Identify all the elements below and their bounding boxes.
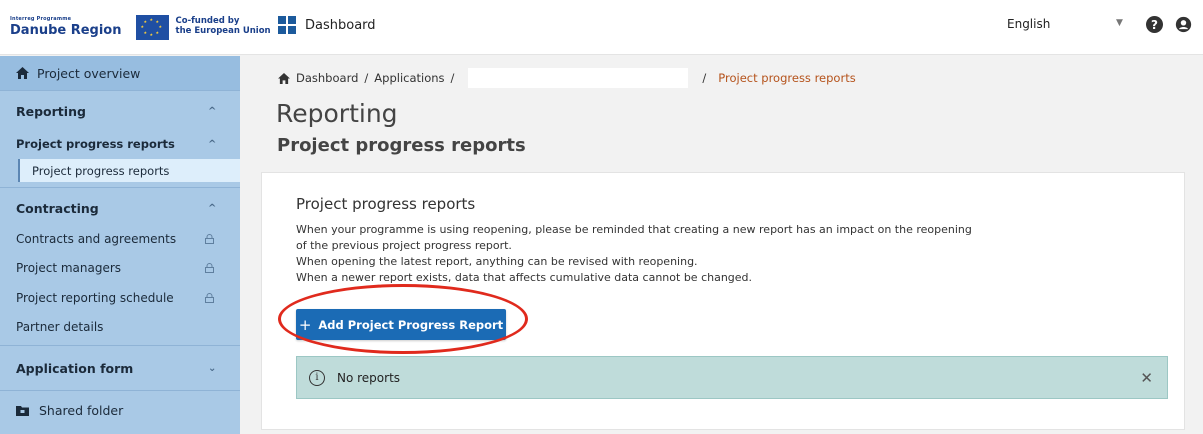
sidebar-section-label: Reporting xyxy=(16,103,86,119)
sidebar-item-label: Project overview xyxy=(37,65,141,81)
sidebar-item-project-overview[interactable]: Project overview xyxy=(0,56,240,91)
alert-text: No reports xyxy=(337,370,401,385)
info-text: When your programme is using reopening, … xyxy=(296,222,972,286)
sidebar-item-project-managers[interactable]: Project managers xyxy=(0,257,240,279)
info-line: When a newer report exists, data that af… xyxy=(296,271,753,284)
sidebar-item-contracts[interactable]: Contracts and agreements xyxy=(0,228,240,250)
sidebar-subsection-label: Project progress reports xyxy=(16,137,175,151)
breadcrumb-dashboard[interactable]: Dashboard xyxy=(296,71,358,85)
add-button-label: Add Project Progress Report xyxy=(318,317,504,332)
sidebar-section-label: Contracting xyxy=(16,200,99,216)
breadcrumb: Dashboard / Applications / / Project pro… xyxy=(278,68,856,88)
chevron-up-icon: ^ xyxy=(208,138,217,150)
sidebar-subsection-progress-reports[interactable]: Project progress reports ^ xyxy=(0,132,240,156)
sidebar-section-contracting[interactable]: Contracting ^ xyxy=(0,195,240,221)
sidebar-item-label: Project managers xyxy=(16,261,122,275)
sidebar-section-label: Application form xyxy=(16,360,134,376)
language-select[interactable]: English xyxy=(1007,17,1050,31)
dashboard-label: Dashboard xyxy=(305,17,376,33)
sidebar-item-progress-reports[interactable]: Project progress reports xyxy=(18,159,240,182)
page-subtitle: Project progress reports xyxy=(277,135,526,156)
sidebar-item-label: Partner details xyxy=(16,320,104,334)
sidebar-divider xyxy=(0,187,240,188)
reports-card: Project progress reports When your progr… xyxy=(261,172,1185,430)
breadcrumb-current: Project progress reports xyxy=(718,71,856,85)
close-icon[interactable]: ✕ xyxy=(1140,369,1153,387)
lock-icon xyxy=(205,234,214,244)
plus-icon: + xyxy=(298,315,312,334)
card-title: Project progress reports xyxy=(296,195,476,213)
sidebar-section-reporting[interactable]: Reporting ^ xyxy=(0,98,240,124)
logo-name-text: Danube Region xyxy=(10,23,122,38)
sidebar-item-label: Shared folder xyxy=(39,402,124,418)
sidebar-divider xyxy=(0,390,240,391)
breadcrumb-redacted-project[interactable] xyxy=(468,68,689,88)
top-header: Interreg Programme Danube Region ★ ★ ★ ★ ★ ★… xyxy=(0,0,1203,55)
folder-icon xyxy=(16,405,29,416)
sidebar-item-shared-folder[interactable]: Shared folder xyxy=(0,397,240,423)
help-icon[interactable]: ? xyxy=(1146,16,1163,33)
dashboard-link[interactable]: Dashboard xyxy=(278,16,376,34)
page-title: Reporting xyxy=(276,99,398,128)
home-icon[interactable] xyxy=(278,72,290,84)
info-line: When your programme is using reopening, … xyxy=(296,223,972,236)
lock-icon xyxy=(205,293,214,303)
chevron-down-icon: ⌄ xyxy=(208,362,217,374)
no-reports-alert: i No reports ✕ xyxy=(296,356,1168,399)
eu-flag-icon: ★ ★ ★ ★ ★ ★ ★ ★ xyxy=(135,14,169,40)
eu-text-line2: the European Union xyxy=(175,26,271,36)
sidebar-item-label: Project progress reports xyxy=(32,163,170,178)
add-progress-report-button[interactable]: + Add Project Progress Report xyxy=(296,309,506,340)
user-icon[interactable] xyxy=(1175,16,1192,33)
home-icon xyxy=(16,67,29,79)
sidebar-divider xyxy=(0,345,240,346)
logo-programme-text: Interreg Programme xyxy=(10,16,72,22)
breadcrumb-applications[interactable]: Applications xyxy=(374,71,444,85)
info-icon: i xyxy=(309,369,325,386)
chevron-up-icon: ^ xyxy=(208,105,217,117)
sidebar-section-application-form[interactable]: Application form ⌄ xyxy=(0,355,240,381)
sidebar: Project overview Reporting ^ Project pro… xyxy=(0,56,240,434)
sidebar-item-reporting-schedule[interactable]: Project reporting schedule xyxy=(0,287,240,309)
sidebar-item-partner-details[interactable]: Partner details xyxy=(0,316,240,338)
sidebar-item-label: Contracts and agreements xyxy=(16,232,177,246)
chevron-down-icon[interactable]: ▼ xyxy=(1116,18,1123,28)
chevron-up-icon: ^ xyxy=(208,202,217,214)
dashboard-icon xyxy=(278,16,296,34)
info-line: of the previous project progress report. xyxy=(296,239,512,252)
sidebar-item-label: Project reporting schedule xyxy=(16,291,174,305)
programme-logo[interactable]: Interreg Programme Danube Region ★ ★ ★ ★ ★ ★… xyxy=(10,7,271,47)
lock-icon xyxy=(205,263,214,273)
info-line: When opening the latest report, anything… xyxy=(296,255,698,268)
